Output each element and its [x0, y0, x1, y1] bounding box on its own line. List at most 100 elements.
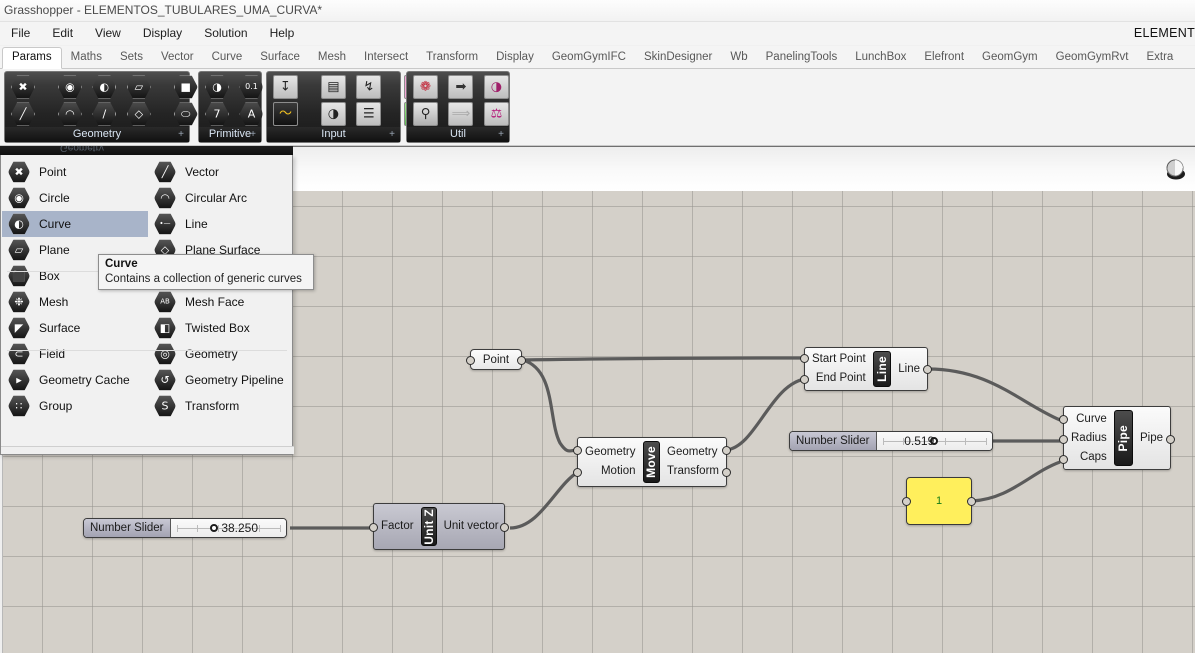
ribbon-tab-geomgymifc[interactable]: GeomGymIFC: [543, 47, 635, 68]
slider-track[interactable]: 0.519: [876, 432, 992, 450]
ribbon-tab-curve[interactable]: Curve: [203, 47, 252, 68]
flyout-item-field[interactable]: ⊂ Field: [2, 341, 148, 367]
port-caps-in[interactable]: [1059, 455, 1068, 464]
param-number-button[interactable]: 0.1: [237, 74, 265, 100]
param-plane-button[interactable]: ▱: [125, 74, 153, 100]
flyout-item-geometry-pipeline[interactable]: ↺ Geometry Pipeline: [148, 367, 294, 393]
port-start-point-in[interactable]: [800, 354, 809, 363]
param-line-button[interactable]: ∕: [90, 101, 118, 127]
port-in[interactable]: [466, 356, 475, 365]
menu-item-solution[interactable]: Solution: [193, 22, 258, 44]
flyout-item-group[interactable]: ∷ Group: [2, 393, 148, 419]
ribbon-group-expand-icon[interactable]: +: [389, 128, 395, 141]
port-unit-vector-out[interactable]: [500, 523, 509, 532]
gh-component-pipe[interactable]: Curve Radius Caps Pipe Pipe: [1059, 406, 1175, 470]
util-tree-button[interactable]: ⚲: [411, 101, 440, 127]
param-circle-button[interactable]: ◉: [56, 74, 84, 100]
flyout-item-mesh-face[interactable]: AB Mesh Face: [148, 289, 294, 315]
ribbon-tab-vector[interactable]: Vector: [152, 47, 203, 68]
port-out[interactable]: [517, 356, 526, 365]
ribbon-tab-intersect[interactable]: Intersect: [355, 47, 417, 68]
ribbon-tab-display[interactable]: Display: [487, 47, 543, 68]
ribbon-tab-geomgymrvt[interactable]: GeomGymRvt: [1047, 47, 1138, 68]
menu-item-display[interactable]: Display: [132, 22, 193, 44]
flyout-item-transform[interactable]: S Transform: [148, 393, 294, 419]
flyout-item-point[interactable]: ✖ Point: [2, 159, 148, 185]
ribbon-tab-sets[interactable]: Sets: [111, 47, 152, 68]
gh-component-line[interactable]: Start Point End Point Line Line: [800, 347, 932, 391]
ribbon-tab-extra[interactable]: Extra: [1137, 47, 1182, 68]
ribbon-tab-elefront[interactable]: Elefront: [915, 47, 973, 68]
util-data-out-button[interactable]: ⟹: [446, 101, 475, 127]
ribbon-tab-panelingtools[interactable]: PanelingTools: [757, 47, 847, 68]
port-panel-in[interactable]: [902, 497, 911, 506]
param-box-button[interactable]: ■: [172, 74, 200, 100]
util-cherry-picker-button[interactable]: ❁: [411, 74, 440, 100]
input-knob-button[interactable]: ◑: [319, 101, 348, 127]
port-factor-in[interactable]: [369, 523, 378, 532]
ribbon-tab-lunchbox[interactable]: LunchBox: [846, 47, 915, 68]
flyout-item-surface[interactable]: ◤ Surface: [2, 315, 148, 341]
port-curve-in[interactable]: [1059, 415, 1068, 424]
menu-item-file[interactable]: File: [0, 22, 41, 44]
param-point-button[interactable]: ✖: [9, 74, 37, 100]
ribbon-tab-skindesigner[interactable]: SkinDesigner: [635, 47, 721, 68]
param-plane-surface-button[interactable]: ◇: [125, 101, 153, 127]
ribbon-tab-maths[interactable]: Maths: [62, 47, 111, 68]
ribbon-group-expand-icon[interactable]: +: [178, 128, 184, 141]
menu-item-edit[interactable]: Edit: [41, 22, 84, 44]
ribbon-tab-surface[interactable]: Surface: [251, 47, 309, 68]
flyout-item-curve[interactable]: ◐ Curve: [2, 211, 148, 237]
flyout-item-vector[interactable]: ╱ Vector: [148, 159, 294, 185]
port-panel-out[interactable]: [967, 497, 976, 506]
input-import-button[interactable]: ↧: [271, 74, 300, 100]
flyout-item-geometry-cache[interactable]: ▸ Geometry Cache: [2, 367, 148, 393]
input-graph-mapper-button[interactable]: 〜: [271, 101, 300, 127]
flyout-item-circular-arc[interactable]: ◠ Circular Arc: [148, 185, 294, 211]
param-vector-button[interactable]: ╱: [9, 101, 37, 127]
input-gradient-control-button[interactable]: ↯: [354, 74, 383, 100]
input-value-list-button[interactable]: ☰: [354, 101, 383, 127]
param-curve-button[interactable]: ◐: [90, 74, 118, 100]
param-arc-button[interactable]: ◠: [56, 101, 84, 127]
menu-item-view[interactable]: View: [84, 22, 132, 44]
ribbon-tab-params[interactable]: Params: [2, 47, 62, 69]
gh-panel-caps[interactable]: 1: [902, 477, 976, 525]
ribbon-group-expand-icon[interactable]: +: [498, 128, 504, 141]
gh-number-slider-0519[interactable]: Number Slider 0.519: [789, 431, 993, 451]
port-geometry-out[interactable]: [722, 446, 731, 455]
menu-item-help[interactable]: Help: [259, 22, 306, 44]
params-flyout-panel[interactable]: ✖ Point ◉ Circle ◐ Curve ▱ Plane ⬛ Box ❉ Mesh ◤ Surfa…: [0, 155, 294, 455]
util-flask-button[interactable]: ⚖: [482, 101, 511, 127]
gh-number-slider-38[interactable]: Number Slider 38.250: [83, 518, 287, 538]
port-motion-in[interactable]: [573, 468, 582, 477]
flyout-item-mesh[interactable]: ❉ Mesh: [2, 289, 148, 315]
param-brep-button[interactable]: ⬭: [172, 101, 200, 127]
param-boolean-button[interactable]: ◑: [203, 74, 231, 100]
ribbon-tab-wb[interactable]: Wb: [721, 47, 756, 68]
slider-track[interactable]: 38.250: [170, 519, 286, 537]
port-line-out[interactable]: [923, 365, 932, 374]
ribbon-group-expand-icon[interactable]: +: [250, 128, 256, 141]
ribbon-tab-mesh[interactable]: Mesh: [309, 47, 355, 68]
slider-knob[interactable]: [210, 524, 219, 532]
gh-param-point[interactable]: Point: [466, 349, 526, 370]
flyout-item-twisted-box[interactable]: ◧ Twisted Box: [148, 315, 294, 341]
flyout-item-line[interactable]: •— Line: [148, 211, 294, 237]
param-integer-button[interactable]: 7: [203, 101, 231, 127]
ribbon-tab-transform[interactable]: Transform: [417, 47, 487, 68]
gh-component-unit-z[interactable]: Factor Unit Z Unit vector: [369, 503, 509, 550]
util-data-right-button[interactable]: ➡: [446, 74, 475, 100]
param-text-button[interactable]: A: [237, 101, 265, 127]
port-geometry-in[interactable]: [573, 446, 582, 455]
port-end-point-in[interactable]: [800, 375, 809, 384]
port-radius-in[interactable]: [1059, 435, 1068, 444]
port-pipe-out[interactable]: [1166, 435, 1175, 444]
flyout-item-circle[interactable]: ◉ Circle: [2, 185, 148, 211]
port-transform-out[interactable]: [722, 468, 731, 477]
util-cluster-button[interactable]: ◑: [482, 74, 511, 100]
ribbon-tab-geomgym[interactable]: GeomGym: [973, 47, 1047, 68]
input-button-toggle-button[interactable]: ▤: [319, 74, 348, 100]
flyout-item-geometry[interactable]: ◎ Geometry: [148, 341, 294, 367]
gh-component-move[interactable]: Geometry Motion Move Geometry Transform: [573, 437, 731, 487]
